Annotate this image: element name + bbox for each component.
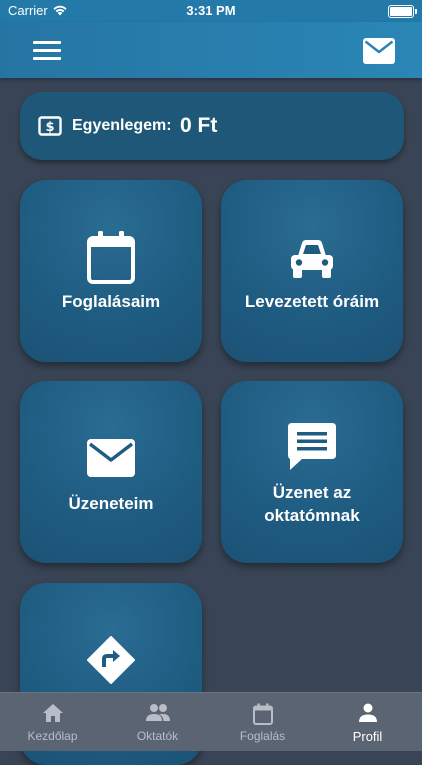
tile-label: Üzeneteim (68, 494, 154, 513)
tab-instructors[interactable]: Oktatók (105, 693, 210, 751)
person-icon (358, 703, 377, 722)
hamburger-menu-icon[interactable] (33, 41, 61, 61)
svg-text:$: $ (45, 120, 54, 135)
status-bar: Carrier 3:31 PM (0, 0, 422, 22)
calendar-icon (252, 703, 273, 725)
tile-my-bookings[interactable]: Foglalásaim (20, 180, 202, 362)
tile-my-messages[interactable]: Üzeneteim (20, 381, 202, 563)
nav-bar (0, 22, 422, 78)
tile-completed-lessons[interactable]: Levezetett óráim (221, 180, 403, 362)
tab-home[interactable]: Kezdőlap (0, 693, 105, 751)
home-icon (42, 704, 63, 722)
balance-label: Egyenlegem: (72, 117, 172, 134)
tile-label: Levezetett óráim (244, 292, 380, 311)
money-bill-icon: $ (38, 116, 62, 136)
calendar-icon (87, 231, 135, 284)
mail-icon[interactable] (363, 38, 395, 64)
tile-label: Foglalásaim (61, 292, 161, 311)
tab-label: Oktatók (136, 729, 179, 743)
tab-label: Profil (352, 729, 383, 744)
tab-label: Foglalás (239, 729, 286, 743)
tile-label: Üzenet az oktatómnak (264, 483, 360, 525)
battery-icon (388, 5, 417, 18)
balance-card: $ Egyenlegem: 0 Ft (20, 92, 404, 160)
status-time: 3:31 PM (186, 3, 236, 18)
tab-booking[interactable]: Foglalás (210, 693, 315, 751)
chat-bubble-icon (288, 423, 336, 470)
tab-bar: Kezdőlap Oktatók Foglalás Profil (0, 692, 422, 751)
envelope-icon (87, 439, 135, 477)
directions-sign-icon (87, 636, 135, 684)
tab-profile[interactable]: Profil (315, 693, 420, 751)
car-icon (291, 240, 333, 278)
tab-label: Kezdőlap (27, 729, 78, 743)
tile-message-instructor[interactable]: Üzenet az oktatómnak (221, 381, 403, 563)
people-icon (145, 704, 170, 721)
balance-value: 0 Ft (180, 114, 218, 137)
